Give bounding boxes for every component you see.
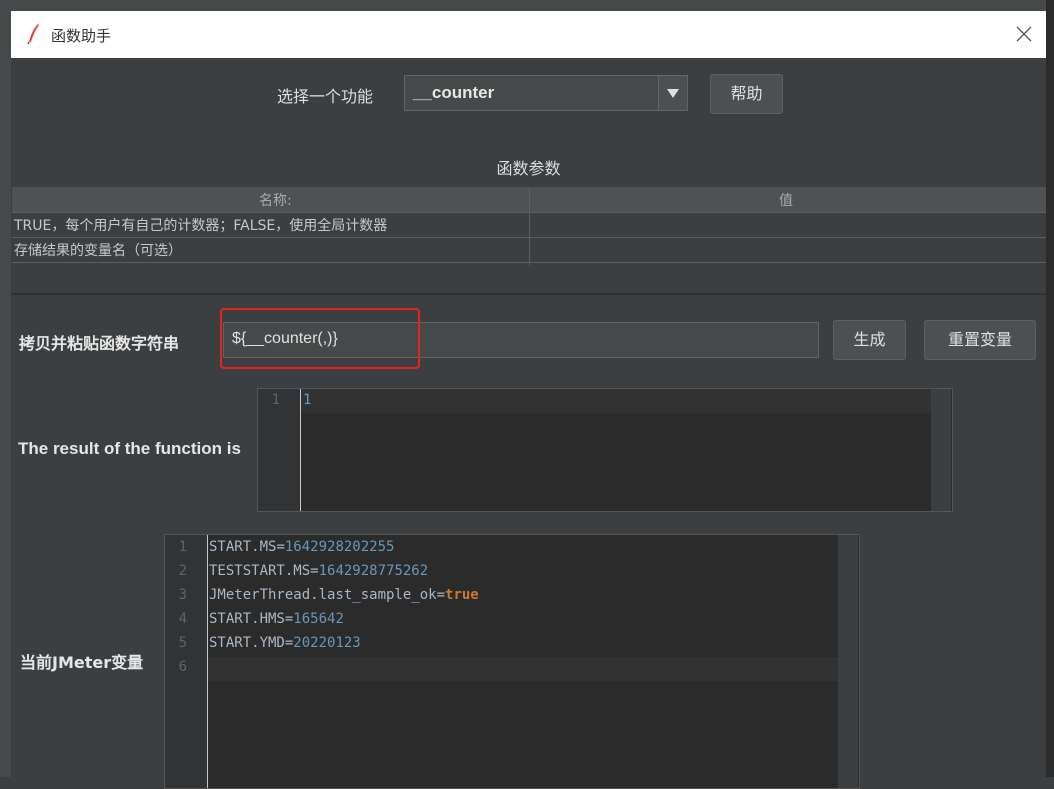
var-value: 165642 <box>293 611 344 627</box>
params-table: 名称: 值 TRUE，每个用户有自己的计数器；FALSE，使用全局计数器 存储结… <box>12 187 1046 293</box>
var-line: START.MS=1642928202255 <box>209 539 395 555</box>
title-bar: 函数助手 <box>11 11 1046 58</box>
param-name: 存储结果的变量名（可选） <box>14 243 182 259</box>
result-scrollbar[interactable] <box>931 389 951 511</box>
var-line: START.HMS=165642 <box>209 611 344 627</box>
var-key: START.YMD <box>209 635 285 651</box>
line-number: 2 <box>178 563 187 579</box>
header-name: 名称: <box>259 193 292 209</box>
var-line: JMeterThread.last_sample_ok=true <box>209 587 479 603</box>
reset-variables-button[interactable]: 重置变量 <box>924 320 1036 360</box>
var-value: true <box>445 587 479 603</box>
dialog-title: 函数助手 <box>51 27 112 45</box>
vars-scrollbar[interactable] <box>838 535 858 788</box>
var-line: START.YMD=20220123 <box>209 635 361 651</box>
line-number: 6 <box>178 659 187 675</box>
function-helper-dialog: 函数助手 选择一个功能 __counter 帮助 函数参数 名称: 值 TRUE… <box>11 11 1046 789</box>
background-edge <box>1046 0 1054 777</box>
close-icon[interactable] <box>1007 17 1041 51</box>
function-select-value: __counter <box>413 83 495 102</box>
function-select[interactable]: __counter <box>404 75 688 111</box>
current-line <box>208 657 838 681</box>
result-editor[interactable]: 1 1 <box>257 388 953 512</box>
line-number: 5 <box>178 635 187 651</box>
header-value: 值 <box>779 193 793 209</box>
param-name: TRUE，每个用户有自己的计数器；FALSE，使用全局计数器 <box>14 218 388 234</box>
line-number: 1 <box>178 539 187 555</box>
var-key: START.HMS <box>209 611 285 627</box>
params-section-title: 函数参数 <box>496 159 561 178</box>
line-number: 4 <box>178 611 187 627</box>
column-divider <box>529 187 530 265</box>
var-key: JMeterThread.last_sample_ok <box>209 587 437 603</box>
function-select-arrow[interactable] <box>658 76 687 110</box>
help-button[interactable]: 帮助 <box>710 74 783 114</box>
var-value: 1642928775262 <box>318 563 429 579</box>
result-value: 1 <box>303 392 312 408</box>
var-value: 1642928202255 <box>284 539 395 555</box>
copy-string-label: 拷贝并粘贴函数字符串 <box>19 334 180 353</box>
jmeter-vars-label: 当前JMeter变量 <box>20 653 144 672</box>
feather-icon <box>27 24 39 45</box>
highlight-box <box>220 308 420 369</box>
function-select-label: 选择一个功能 <box>277 87 374 106</box>
result-label: The result of the function is <box>18 439 241 458</box>
var-line: TESTSTART.MS=1642928775262 <box>209 563 429 579</box>
section-divider <box>11 293 1046 295</box>
var-key: START.MS <box>209 539 277 555</box>
generate-button[interactable]: 生成 <box>833 320 906 360</box>
dropdown-arrow-icon <box>667 89 679 98</box>
line-number: 3 <box>178 587 187 603</box>
line-number: 1 <box>271 392 280 408</box>
var-value: 20220123 <box>293 635 361 651</box>
jmeter-vars-editor[interactable]: 1 START.MS=1642928202255 2 TESTSTART.MS=… <box>164 534 860 789</box>
current-line <box>301 389 931 413</box>
var-key: TESTSTART.MS <box>209 563 311 579</box>
